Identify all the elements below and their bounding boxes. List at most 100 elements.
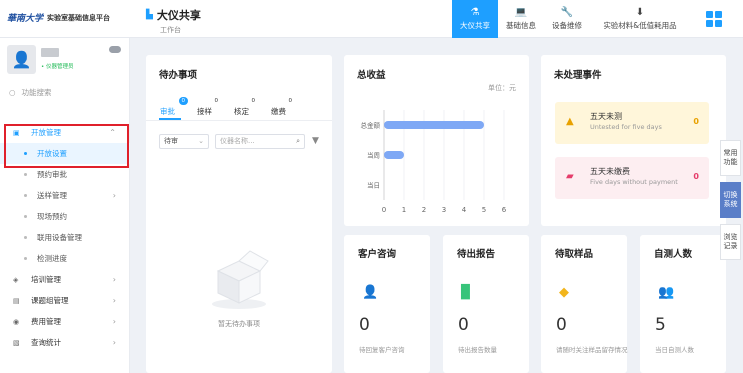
x-tick-label: 3: [442, 206, 446, 214]
tab-approve[interactable]: 审批 0: [160, 97, 188, 117]
x-tick-label: 5: [482, 206, 486, 214]
tab-browse-history[interactable]: 浏览记录: [720, 224, 741, 260]
nav-tab-equipment-repair[interactable]: 🔧 设备维修: [544, 0, 590, 38]
app-title-block: ▙ 大仪共享 工作台: [146, 7, 201, 35]
count-badge: 0: [251, 98, 256, 104]
bookmark-icon: ▙: [146, 10, 153, 20]
chevron-right-icon: ›: [112, 275, 116, 284]
chevron-down-icon: ⌄: [198, 137, 204, 145]
stat-pending-report[interactable]: 待出报告 ▉ 0 待出报告数量: [443, 235, 529, 373]
fee-icon: ◉: [13, 317, 20, 326]
status-select[interactable]: 待审 ⌄: [159, 134, 209, 149]
flask-icon: ⚗: [470, 7, 480, 18]
menu-sample-management[interactable]: 送样管理 ›: [0, 185, 130, 206]
box-icon: ⬇: [635, 7, 645, 18]
tab-payment[interactable]: 缴费 0: [271, 98, 292, 117]
avatar[interactable]: 👤: [7, 45, 36, 74]
stats-icon: ▧: [13, 338, 20, 347]
x-tick-label: 4: [462, 206, 467, 214]
count-badge: 0: [288, 98, 293, 104]
menu-test-progress[interactable]: 检测进度: [0, 248, 130, 269]
logo[interactable]: 華南大学 实验室基础信息平台: [7, 11, 111, 25]
search-icon: ○: [9, 88, 16, 97]
chevron-right-icon: ›: [112, 338, 116, 347]
count-badge: 0: [178, 97, 188, 105]
stat-desc: 当日自测人数: [655, 346, 694, 354]
sample-icon: ◆: [559, 285, 569, 300]
chevron-up-icon: ⌃: [109, 128, 116, 137]
bar: [384, 151, 404, 159]
menu-onsite-booking[interactable]: 现场预约: [0, 206, 130, 227]
function-search[interactable]: ○ 功能搜索: [9, 87, 52, 98]
nav-tab-shared-instruments[interactable]: ⚗ 大仪共享: [452, 0, 498, 38]
menu-query-stats[interactable]: ▧ 查询统计 ›: [0, 332, 130, 353]
empty-box-icon: [206, 249, 272, 313]
sidebar: 👤 • 仪器管理员 ○ 功能搜索 ▣ 开放管理 ⌃ 开放设置 预约审批 送样管理 › …: [0, 38, 130, 373]
logo-text: 实验室基础信息平台: [47, 13, 111, 22]
tab-verify[interactable]: 核定 0: [234, 98, 255, 117]
x-tick-label: 6: [502, 206, 507, 214]
tab-receive-sample[interactable]: 接样 0: [197, 98, 218, 117]
top-bar: 華南大学 实验室基础信息平台 ▙ 大仪共享 工作台 ⚗ 大仪共享 💻 基础信息 🔧 设备…: [0, 0, 743, 38]
revenue-chart: 0 1 2 3 4 5 6 总金额当周当日: [361, 110, 507, 214]
menu-linked-equipment[interactable]: 联用设备管理: [0, 227, 130, 248]
customer-icon: 👤: [362, 285, 379, 300]
count-badge: 0: [214, 98, 219, 104]
event-count: 0: [693, 172, 699, 181]
app-subtitle: 工作台: [160, 26, 181, 34]
events-title: 未处理事件: [554, 70, 602, 81]
chevron-right-icon: ›: [112, 296, 116, 305]
app-grid-icon[interactable]: [706, 11, 722, 27]
todo-tabs: 审批 0 接样 0 核定 0 缴费 0: [160, 97, 292, 117]
stat-value: 0: [359, 315, 370, 335]
events-card: 未处理事件 ▲ 五天未测 Untested for five days 0 ▰ …: [541, 55, 726, 226]
menu-fee-management[interactable]: ◉ 费用管理 ›: [0, 311, 130, 332]
nav-tab-materials[interactable]: ⬇ 实验材料&低值耗用品: [590, 0, 690, 38]
user-name-blurred: [41, 48, 59, 57]
menu-group-management[interactable]: ▤ 课题组管理 ›: [0, 290, 130, 311]
menu-open-settings[interactable]: 开放设置: [0, 143, 130, 164]
laptop-icon: 💻: [514, 7, 528, 18]
instrument-search-input[interactable]: 仪器名称... ⌕: [215, 134, 305, 149]
stat-value: 5: [655, 315, 666, 335]
stat-value: 0: [556, 315, 567, 335]
menu-training-management[interactable]: ◈ 培训管理 ›: [0, 269, 130, 290]
chevron-right-icon: ›: [112, 317, 116, 326]
stat-value: 0: [458, 315, 469, 335]
tab-common-functions[interactable]: 常用功能: [720, 140, 741, 176]
menu-booking-approval[interactable]: 预约审批: [0, 164, 130, 185]
search-icon: ⌕: [296, 137, 300, 145]
stat-self-test[interactable]: 自测人数 👥 5 当日自测人数: [640, 235, 726, 373]
function-search-placeholder: 功能搜索: [21, 88, 52, 97]
filter-icon[interactable]: ▼: [312, 136, 319, 146]
menu-open-management[interactable]: ▣ 开放管理 ⌃: [0, 122, 130, 143]
report-icon: ▉: [461, 285, 471, 300]
todo-card: 待办事项 审批 0 接样 0 核定 0 缴费 0 待审 ⌄ 仪器名称... ⌕ ▼ 暂无待办…: [146, 55, 332, 373]
people-icon: 👥: [658, 285, 675, 300]
warning-icon: ▲: [566, 116, 574, 127]
sidebar-menu: ▣ 开放管理 ⌃ 开放设置 预约审批 送样管理 › 现场预约 联用设备管理 检测进度 …: [0, 122, 130, 353]
empty-text: 暂无待办事项: [218, 320, 260, 328]
revenue-card: 总收益 单位：元 0 1 2 3 4 5 6 总金额 当周 当日: [344, 55, 529, 226]
theme-toggle[interactable]: [109, 46, 121, 53]
wrench-icon: 🔧: [560, 7, 574, 18]
tab-divider: [146, 120, 332, 121]
x-tick-label: 1: [402, 206, 406, 214]
tab-switch-system[interactable]: 切换系统: [720, 182, 741, 218]
nav-tab-basic-info[interactable]: 💻 基础信息: [498, 0, 544, 38]
y-category-label: 当日: [367, 181, 380, 190]
logo-mark: 華南大学: [7, 14, 44, 24]
wallet-icon: ▰: [566, 171, 574, 182]
stat-pending-sample[interactable]: 待取样品 ◆ 0 请随时关注样品留存情况: [541, 235, 628, 373]
y-category-label: 总金额: [361, 121, 381, 130]
stat-customer-consult[interactable]: 客户咨询 👤 0 待回复客户咨询: [344, 235, 430, 373]
event-unpaid[interactable]: ▰ 五天未缴费 Five days without payment 0: [555, 157, 709, 199]
stat-desc: 请随时关注样品留存情况: [556, 346, 628, 354]
top-nav: ⚗ 大仪共享 💻 基础信息 🔧 设备维修 ⬇ 实验材料&低值耗用品: [452, 0, 690, 38]
event-untested[interactable]: ▲ 五天未测 Untested for five days 0: [555, 102, 709, 144]
bar: [384, 121, 484, 129]
open-icon: ▣: [13, 128, 20, 137]
training-icon: ◈: [13, 275, 19, 284]
event-count: 0: [693, 117, 699, 126]
y-category-label: 当周: [367, 151, 380, 160]
